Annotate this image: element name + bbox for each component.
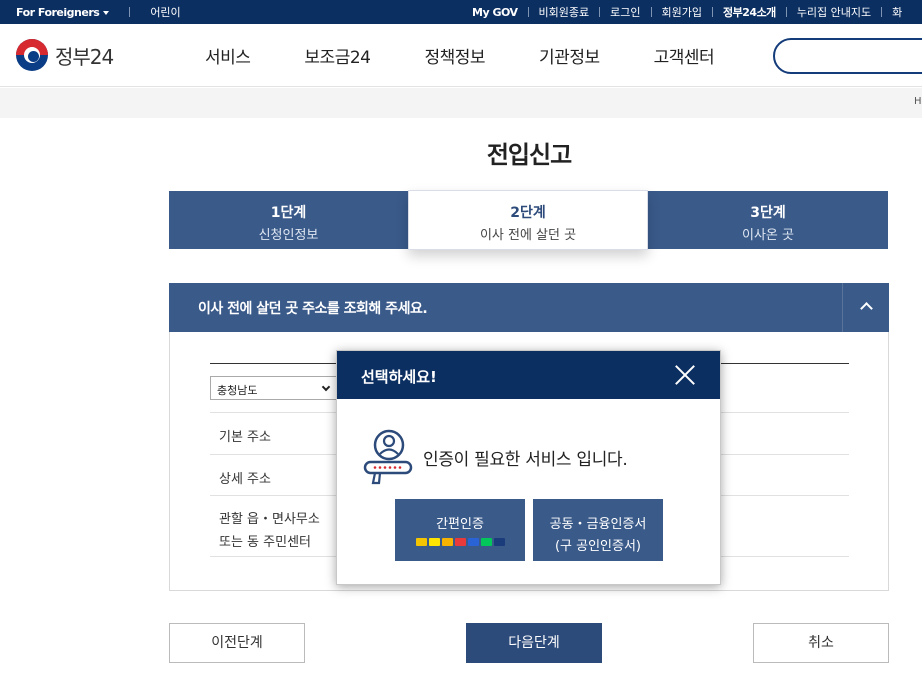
certificate-auth-button[interactable]: 공동・금융인증서 (구 공인인증서) <box>533 499 663 561</box>
logo-text: 정부24 <box>55 44 114 69</box>
simple-auth-button[interactable]: 간편인증 <box>395 499 525 561</box>
divider <box>712 7 714 17</box>
about-link[interactable]: 정부24소개 <box>723 4 776 20</box>
dialog-header: 선택하세요! <box>337 351 720 399</box>
chevron-down-icon <box>321 382 331 392</box>
close-icon[interactable] <box>674 364 696 386</box>
basic-address-label: 기본 주소 <box>219 430 271 445</box>
nav-support[interactable]: 고객센터 <box>654 43 715 68</box>
step-label: 신청인정보 <box>258 228 319 243</box>
cert-sublabel: (구 공인인증서) <box>554 539 642 554</box>
auth-provider-badges <box>395 538 525 546</box>
sitemap-link[interactable]: 누리집 안내지도 <box>797 4 871 20</box>
provider-badge-icon <box>454 538 466 546</box>
dialog-message: 인증이 필요한 서비스 입니다. <box>423 450 628 470</box>
utility-bar: For Foreigners 어린이 My GOV 비회원종료 로그인 회원가입… <box>0 0 922 24</box>
panel-title: 이사 전에 살던 곳 주소를 조회해 주세요. <box>198 301 428 317</box>
login-link[interactable]: 로그인 <box>610 4 640 20</box>
next-step-button[interactable]: 다음단계 <box>466 623 602 663</box>
collapse-toggle-button[interactable] <box>842 283 889 332</box>
divider <box>129 7 131 17</box>
breadcrumb: H <box>0 88 922 118</box>
provider-badge-icon <box>467 538 479 546</box>
divider <box>785 7 787 17</box>
mygov-link[interactable]: My GOV <box>472 6 518 19</box>
nav-subsidy[interactable]: 보조금24 <box>304 43 371 68</box>
address-panel-header: 이사 전에 살던 곳 주소를 조회해 주세요. <box>169 283 889 332</box>
step-indicator: 1단계 신청인정보 2단계 이사 전에 살던 곳 3단계 이사온 곳 <box>169 190 888 250</box>
office-label: 관할 읍・면사무소 또는 동 주민센터 <box>219 512 320 550</box>
site-logo[interactable]: 정부24 <box>16 39 114 71</box>
step-3: 3단계 이사온 곳 <box>648 191 888 249</box>
step-number: 1단계 <box>270 205 307 221</box>
cert-label: 공동・금융인증서 <box>549 517 647 532</box>
detail-address-label: 상세 주소 <box>219 472 271 487</box>
search-input[interactable] <box>773 38 922 74</box>
main-nav: 서비스 보조금24 정책정보 기관정보 고객센터 <box>205 24 768 87</box>
user-auth-icon <box>363 429 413 485</box>
site-header: 정부24 서비스 보조금24 정책정보 기관정보 고객센터 <box>0 24 922 87</box>
dialog-title: 선택하세요! <box>361 368 437 386</box>
step-label: 이사 전에 살던 곳 <box>479 228 577 243</box>
step-2-active: 2단계 이사 전에 살던 곳 <box>408 190 648 250</box>
simple-auth-label: 간편인증 <box>436 517 484 532</box>
divider <box>881 7 883 17</box>
divider <box>650 7 652 17</box>
breadcrumb-home[interactable]: H <box>914 96 922 107</box>
taegeuk-logo-icon <box>16 39 48 71</box>
chevron-up-icon <box>860 302 873 315</box>
provider-badge-icon <box>428 538 440 546</box>
auth-select-dialog: 선택하세요! 인증이 필요한 서비스 입니다. 간편인증 공동・금융인증서 (구… <box>336 350 721 585</box>
step-number: 2단계 <box>510 205 546 221</box>
more-link[interactable]: 화 <box>892 4 902 20</box>
nav-services[interactable]: 서비스 <box>205 43 251 68</box>
kids-link[interactable]: 어린이 <box>150 4 180 20</box>
divider <box>599 7 601 17</box>
page-title: 전입신고 <box>486 141 572 169</box>
province-value: 충청남도 <box>217 384 258 397</box>
divider <box>527 7 529 17</box>
for-foreigners-link[interactable]: For Foreigners <box>16 6 110 19</box>
provider-badge-icon <box>441 538 453 546</box>
cancel-button[interactable]: 취소 <box>753 623 889 663</box>
province-select[interactable]: 충청남도 <box>210 376 338 400</box>
prev-step-button[interactable]: 이전단계 <box>169 623 305 663</box>
provider-badge-icon <box>493 538 505 546</box>
step-label: 이사온 곳 <box>742 228 794 243</box>
nav-policy[interactable]: 정책정보 <box>424 43 485 68</box>
step-1: 1단계 신청인정보 <box>169 191 408 249</box>
signup-link[interactable]: 회원가입 <box>662 4 702 20</box>
nav-agency[interactable]: 기관정보 <box>539 43 600 68</box>
caret-down-icon <box>103 10 110 15</box>
provider-badge-icon <box>415 538 427 546</box>
step-number: 3단계 <box>750 205 786 221</box>
provider-badge-icon <box>480 538 492 546</box>
logout-link[interactable]: 비회원종료 <box>539 4 590 20</box>
